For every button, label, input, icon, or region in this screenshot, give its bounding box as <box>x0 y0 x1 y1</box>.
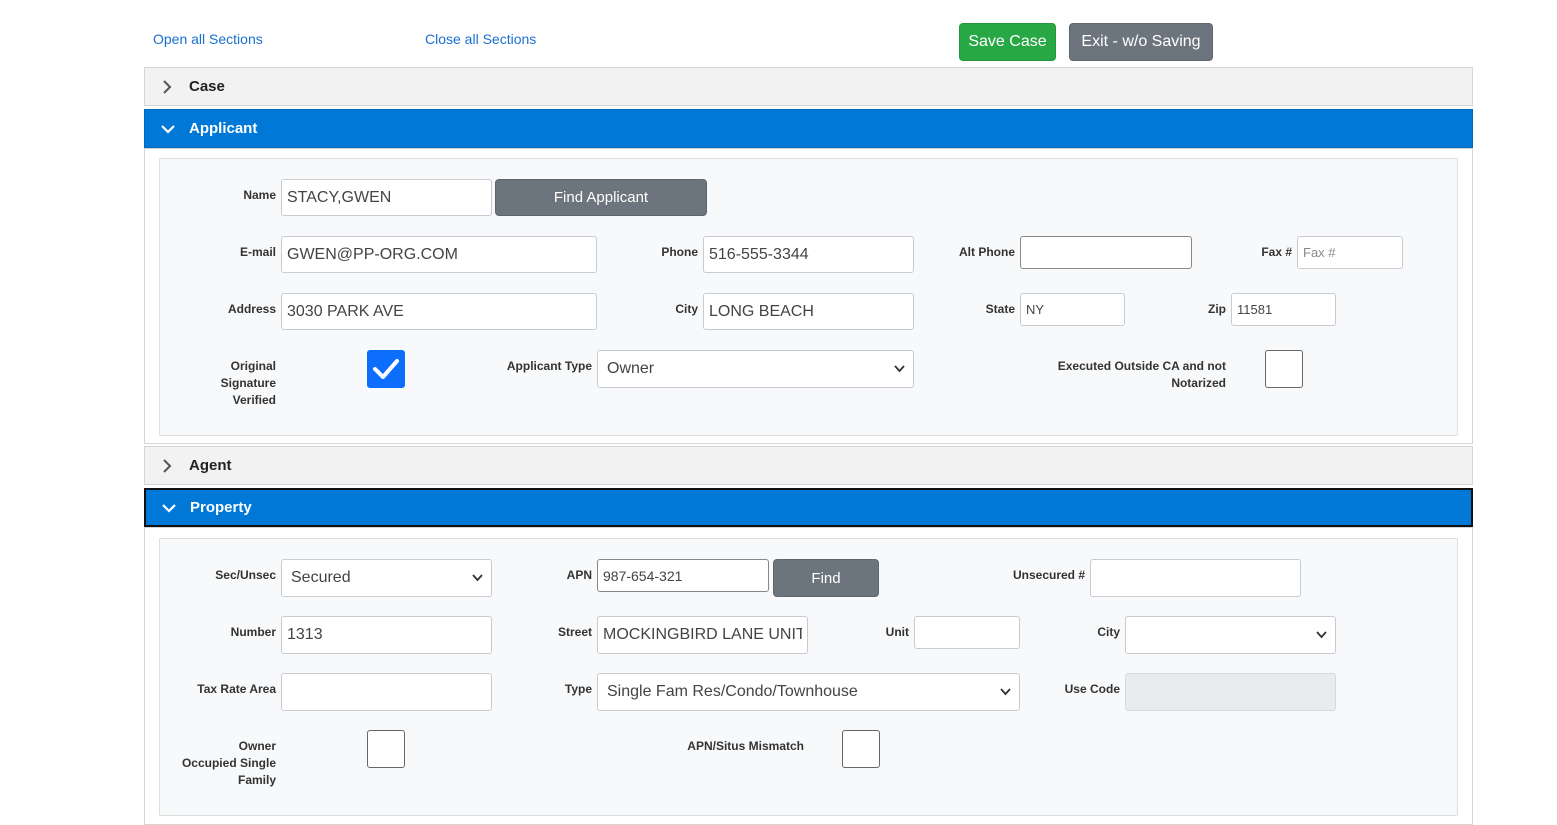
unsecured-number-input[interactable] <box>1090 559 1301 597</box>
address-input[interactable] <box>281 293 597 330</box>
property-city-label: City <box>1097 625 1120 639</box>
apn-input[interactable] <box>597 559 769 592</box>
check-icon <box>373 359 399 379</box>
section-title-agent: Agent <box>189 457 232 474</box>
alt-phone-input[interactable] <box>1020 236 1192 269</box>
address-label: Address <box>227 302 276 316</box>
zip-input[interactable] <box>1231 293 1336 326</box>
section-header-property[interactable]: Property <box>144 488 1473 527</box>
unit-input[interactable] <box>914 616 1020 649</box>
street-label: Street <box>557 625 592 639</box>
name-input[interactable] <box>281 179 492 216</box>
select-caret-icon <box>1316 631 1327 639</box>
phone-input[interactable] <box>703 236 914 273</box>
executed-outside-ca-checkbox[interactable] <box>1265 350 1303 388</box>
select-caret-icon <box>894 365 905 373</box>
chevron-down-icon <box>161 123 183 135</box>
zip-label: Zip <box>1208 302 1226 316</box>
number-input[interactable] <box>281 616 492 654</box>
original-signature-verified-label: Original Signature Verified <box>220 359 276 407</box>
owner-occupied-single-family-label: Owner Occupied Single Family <box>181 739 276 787</box>
property-type-select[interactable]: Single Fam Res/Condo/Townhouse <box>597 673 1020 711</box>
unsecured-number-label: Unsecured # <box>1012 568 1085 582</box>
applicant-type-label: Applicant Type <box>506 359 592 373</box>
use-code-field <box>1125 673 1336 711</box>
fax-label: Fax # <box>1261 245 1292 259</box>
chevron-right-icon <box>161 79 183 94</box>
applicant-type-value: Owner <box>607 360 655 377</box>
save-case-button[interactable]: Save Case <box>959 23 1056 61</box>
chevron-right-icon <box>161 458 183 473</box>
phone-label: Phone <box>661 245 698 259</box>
section-title-property: Property <box>190 499 252 516</box>
sec-unsec-select[interactable]: Secured <box>281 559 492 597</box>
owner-occupied-single-family-checkbox[interactable] <box>367 730 405 768</box>
state-input[interactable] <box>1020 293 1125 326</box>
exit-without-saving-button[interactable]: Exit - w/o Saving <box>1069 23 1213 61</box>
name-label: Name <box>243 188 276 202</box>
section-header-case[interactable]: Case <box>144 67 1473 106</box>
email-label: E-mail <box>239 245 276 259</box>
state-label: State <box>985 302 1015 316</box>
find-apn-button[interactable]: Find <box>773 559 879 597</box>
property-type-label: Type <box>564 682 592 696</box>
executed-outside-ca-label: Executed Outside CA and not Notarized <box>1057 359 1226 390</box>
property-type-value: Single Fam Res/Condo/Townhouse <box>607 683 858 700</box>
section-title-applicant: Applicant <box>189 120 258 137</box>
street-input[interactable] <box>597 616 808 654</box>
applicant-city-input[interactable] <box>703 293 914 330</box>
section-header-applicant[interactable]: Applicant <box>144 109 1473 148</box>
select-caret-icon <box>1000 688 1011 696</box>
apn-label: APN <box>566 568 592 582</box>
alt-phone-label: Alt Phone <box>959 245 1015 259</box>
sec-unsec-value: Secured <box>291 569 351 586</box>
tax-rate-area-input[interactable] <box>281 673 492 711</box>
section-header-agent[interactable]: Agent <box>144 446 1473 485</box>
sec-unsec-label: Sec/Unsec <box>215 568 276 582</box>
section-title-case: Case <box>189 78 225 95</box>
applicant-type-select[interactable]: Owner <box>597 350 914 388</box>
applicant-city-label: City <box>675 302 698 316</box>
fax-input[interactable] <box>1297 236 1403 269</box>
unit-label: Unit <box>885 625 909 639</box>
find-applicant-button[interactable]: Find Applicant <box>495 179 707 216</box>
open-all-sections-link[interactable]: Open all Sections <box>153 31 263 47</box>
chevron-down-icon <box>162 502 184 514</box>
use-code-label: Use Code <box>1064 682 1120 696</box>
email-input[interactable] <box>281 236 597 273</box>
close-all-sections-link[interactable]: Close all Sections <box>425 31 536 47</box>
number-label: Number <box>230 625 276 639</box>
select-caret-icon <box>472 574 483 582</box>
original-signature-verified-checkbox[interactable] <box>367 350 405 388</box>
apn-situs-mismatch-checkbox[interactable] <box>842 730 880 768</box>
apn-situs-mismatch-label: APN/Situs Mismatch <box>687 739 804 753</box>
tax-rate-area-label: Tax Rate Area <box>197 682 276 696</box>
property-city-select[interactable] <box>1125 616 1336 654</box>
